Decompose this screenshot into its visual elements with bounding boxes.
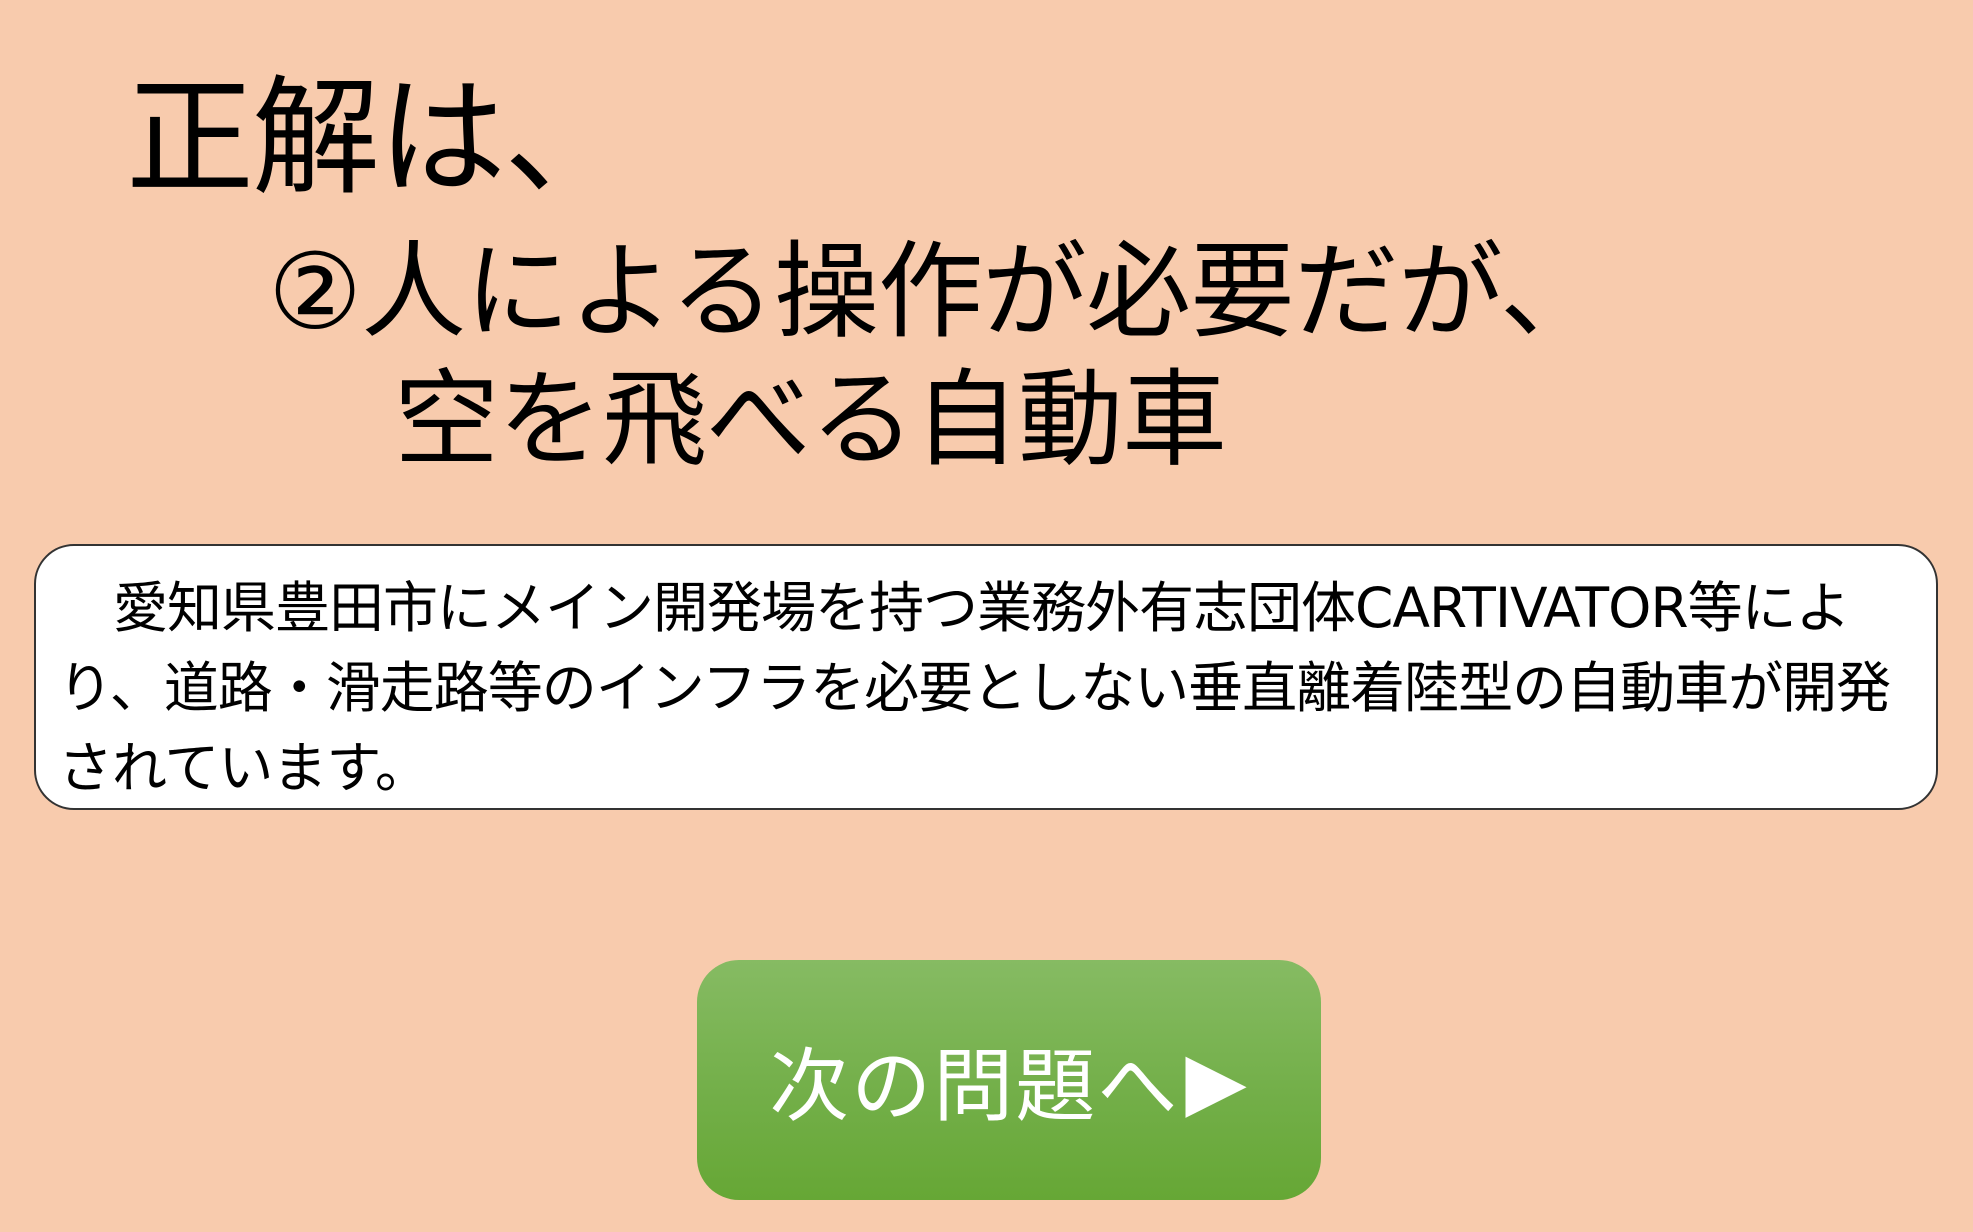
explanation-text: 愛知県豊田市にメイン開発場を持つ業務外有志団体CARTIVATOR等により、道路… (58, 576, 1891, 800)
answer-line-2: 空を飛べる自動車 (394, 359, 1227, 481)
correct-answer: ②人による操作が必要だが、 空を飛べる自動車 (268, 228, 1605, 484)
answer-heading: 正解は、 (126, 64, 632, 213)
next-question-button[interactable]: 次の問題へ ▶ (697, 960, 1321, 1200)
answer-line-1: ②人による操作が必要だが、 (268, 231, 1605, 353)
next-question-label: 次の問題へ (769, 1042, 1180, 1131)
play-arrow-icon: ▶ (1185, 1035, 1249, 1125)
explanation-box: 愛知県豊田市にメイン開発場を持つ業務外有志団体CARTIVATOR等により、道路… (34, 544, 1938, 810)
